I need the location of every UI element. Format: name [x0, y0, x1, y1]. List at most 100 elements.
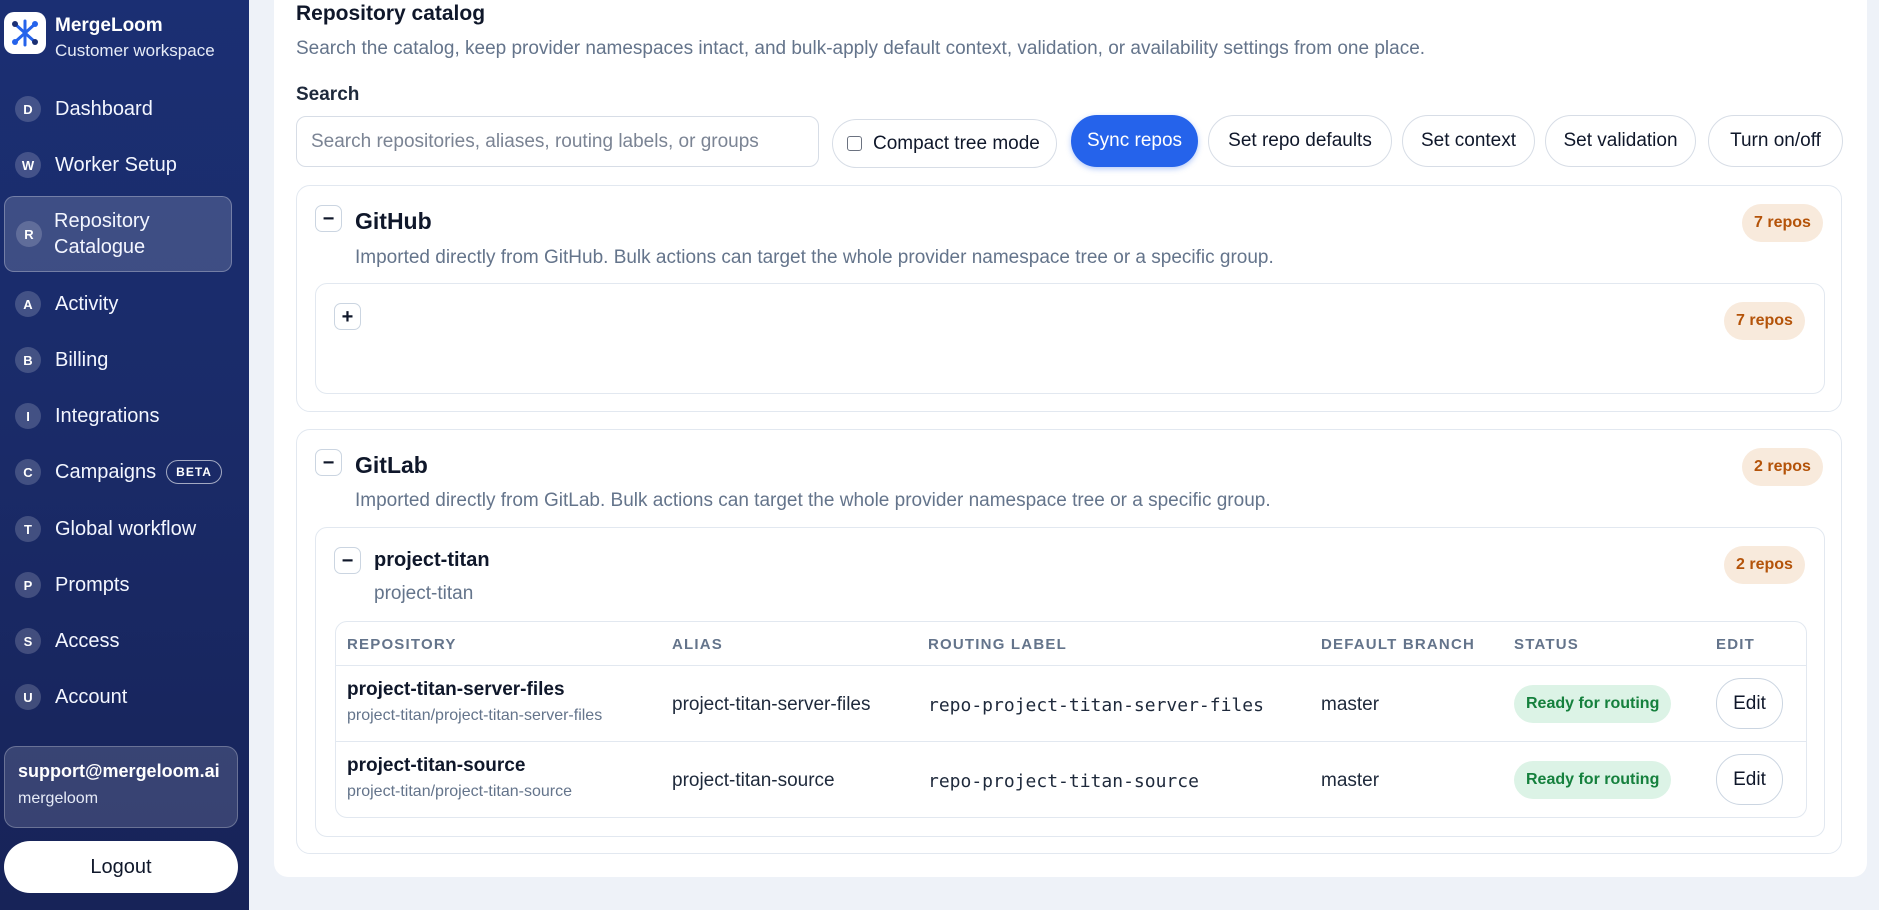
column-header-routing-label: ROUTING LABEL: [928, 636, 1067, 653]
sidebar: MergeLoom Customer workspace D Dashboard…: [0, 0, 249, 910]
sidebar-item-integrations[interactable]: I Integrations: [4, 393, 232, 439]
sidebar-item-label: Prompts: [55, 574, 130, 596]
global-workflow-letter-icon: T: [15, 516, 41, 542]
provider-title: GitLab: [355, 452, 428, 478]
sidebar-item-label-line-1: Repository: [54, 210, 150, 232]
sidebar-item-label: Worker Setup: [55, 154, 177, 176]
expand-icon[interactable]: +: [334, 303, 361, 330]
alias-cell: project-titan-server-files: [672, 694, 871, 715]
repo-count-badge: 2 repos: [1742, 448, 1823, 486]
repo-count-badge: 7 repos: [1724, 302, 1805, 340]
page-description: Search the catalog, keep provider namesp…: [296, 38, 1426, 59]
sidebar-item-label: Activity: [55, 293, 119, 315]
sidebar-item-prompts[interactable]: P Prompts: [4, 562, 232, 608]
prompts-letter-icon: P: [15, 572, 41, 598]
mergeloom-logo-icon: [4, 12, 46, 54]
sidebar-item-label: Global workflow: [55, 518, 197, 540]
column-header-status: STATUS: [1514, 636, 1579, 653]
activity-letter-icon: A: [15, 291, 41, 317]
turn-on-off-button[interactable]: Turn on/off: [1708, 115, 1843, 167]
sidebar-item-repository-catalogue[interactable]: R Repository Catalogue: [4, 196, 232, 272]
sidebar-item-label: Billing: [55, 349, 109, 371]
repository-path: project-titan/project-titan-server-files: [347, 707, 603, 724]
sidebar-item-label: Access: [55, 630, 120, 652]
group-path: project-titan: [374, 583, 474, 604]
provider-description: Imported directly from GitHub. Bulk acti…: [355, 247, 1274, 268]
access-letter-icon: S: [15, 628, 41, 654]
column-header-repository: REPOSITORY: [347, 636, 457, 653]
sidebar-item-label-line-2: Catalogue: [54, 236, 146, 258]
sidebar-item-label: Account: [55, 686, 128, 708]
repo-count-badge: 2 repos: [1724, 546, 1805, 584]
compact-tree-toggle[interactable]: Compact tree mode: [832, 119, 1057, 168]
routing-label-cell: repo-project-titan-source: [928, 771, 1199, 792]
set-validation-button[interactable]: Set validation: [1545, 115, 1696, 167]
default-branch-cell: master: [1321, 770, 1380, 791]
search-input[interactable]: [296, 116, 819, 167]
sidebar-item-worker-setup[interactable]: W Worker Setup: [4, 142, 232, 188]
repository-name: project-titan-source: [347, 755, 526, 776]
sidebar-item-access[interactable]: S Access: [4, 618, 232, 664]
dashboard-letter-icon: D: [15, 96, 41, 122]
collapse-icon[interactable]: −: [315, 205, 342, 232]
sidebar-item-global-workflow[interactable]: T Global workflow: [4, 506, 232, 552]
sidebar-item-campaigns[interactable]: C Campaigns BETA: [4, 449, 232, 495]
user-email: support@mergeloom.ai: [18, 761, 220, 781]
page-title: Repository catalog: [296, 2, 486, 25]
sidebar-item-label: Dashboard: [55, 98, 153, 120]
search-label: Search: [296, 84, 360, 105]
user-card: support@mergeloom.ai mergeloom: [4, 746, 238, 828]
repository-catalogue-letter-icon: R: [16, 221, 42, 247]
provider-description: Imported directly from GitLab. Bulk acti…: [355, 490, 1271, 511]
set-repo-defaults-button[interactable]: Set repo defaults: [1208, 115, 1392, 167]
group-project-titan: − project-titan project-titan 2 repos RE…: [315, 527, 1825, 837]
sidebar-item-account[interactable]: U Account: [4, 674, 232, 720]
billing-letter-icon: B: [15, 347, 41, 373]
column-header-alias: ALIAS: [672, 636, 723, 653]
brand-name: MergeLoom: [55, 15, 163, 36]
status-badge: Ready for routing: [1514, 761, 1672, 799]
collapse-icon[interactable]: −: [334, 547, 361, 574]
compact-tree-label: Compact tree mode: [873, 132, 1040, 154]
logout-button[interactable]: Logout: [4, 841, 238, 893]
brand: MergeLoom Customer workspace: [4, 12, 215, 62]
routing-label-cell: repo-project-titan-server-files: [928, 695, 1264, 716]
collapse-icon[interactable]: −: [315, 449, 342, 476]
status-badge: Ready for routing: [1514, 685, 1672, 723]
repo-count-badge: 7 repos: [1742, 204, 1823, 242]
sidebar-item-billing[interactable]: B Billing: [4, 337, 232, 383]
group-title: project-titan: [374, 549, 490, 571]
sidebar-item-label: Campaigns: [55, 461, 157, 483]
beta-badge: BETA: [166, 460, 222, 484]
repository-name: project-titan-server-files: [347, 679, 565, 700]
account-letter-icon: U: [15, 684, 41, 710]
integrations-letter-icon: I: [15, 403, 41, 429]
sidebar-item-activity[interactable]: A Activity: [4, 281, 232, 327]
repository-table: REPOSITORY ALIAS ROUTING LABEL DEFAULT B…: [335, 621, 1807, 818]
edit-repository-button[interactable]: Edit: [1716, 678, 1783, 729]
sidebar-item-dashboard[interactable]: D Dashboard: [4, 86, 232, 132]
provider-group: + 7 repos: [315, 283, 1825, 394]
column-header-edit: EDIT: [1716, 636, 1755, 653]
provider-title: GitHub: [355, 208, 432, 234]
repository-cell: project-titan-server-files project-titan…: [347, 679, 602, 725]
provider-section-gitlab: − GitLab Imported directly from GitLab. …: [296, 429, 1842, 854]
sidebar-item-label: Repository Catalogue: [54, 208, 150, 260]
provider-section-github: − GitHub Imported directly from GitHub. …: [296, 185, 1842, 412]
sync-repos-button[interactable]: Sync repos: [1071, 115, 1198, 167]
worker-setup-letter-icon: W: [15, 152, 41, 178]
repository-cell: project-titan-source project-titan/proje…: [347, 755, 572, 801]
compact-tree-checkbox[interactable]: [847, 136, 862, 151]
default-branch-cell: master: [1321, 694, 1380, 715]
campaigns-letter-icon: C: [15, 459, 41, 485]
alias-cell: project-titan-source: [672, 770, 835, 791]
repository-path: project-titan/project-titan-source: [347, 783, 572, 800]
user-org: mergeloom: [18, 790, 99, 807]
sidebar-item-label: Integrations: [55, 405, 160, 427]
main-panel: Repository catalog Search the catalog, k…: [274, 0, 1867, 877]
table-row: project-titan-source project-titan/proje…: [336, 741, 1806, 817]
column-header-default-branch: DEFAULT BRANCH: [1321, 636, 1476, 653]
table-row: project-titan-server-files project-titan…: [336, 665, 1806, 741]
set-context-button[interactable]: Set context: [1402, 115, 1535, 167]
edit-repository-button[interactable]: Edit: [1716, 754, 1783, 805]
